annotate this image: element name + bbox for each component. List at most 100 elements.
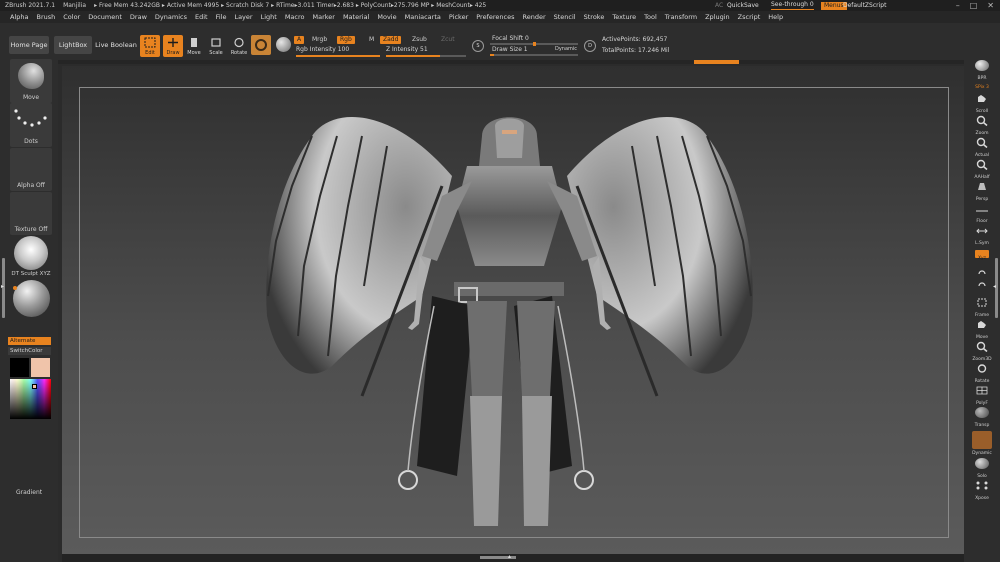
menu-render[interactable]: Render [522, 13, 545, 21]
menu-help[interactable]: Help [768, 13, 783, 21]
xpose-button[interactable]: Xpose [969, 479, 995, 501]
d-brush-icon[interactable]: D [584, 40, 596, 52]
xyz-rotate-button[interactable]: Xyz [969, 246, 995, 268]
menu-edit[interactable]: Edit [195, 13, 208, 21]
menu-tool[interactable]: Tool [644, 13, 657, 21]
menu-dynamics[interactable]: Dynamics [155, 13, 187, 21]
switchcolor-button[interactable]: SwitchColor [8, 347, 51, 355]
move-view-button[interactable]: Move [969, 318, 995, 340]
rotate-view-button[interactable]: Rotate [969, 362, 995, 384]
menu-color[interactable]: Color [63, 13, 80, 21]
menu-document[interactable]: Document [88, 13, 122, 21]
zoom3d-button[interactable]: Zoom3D [969, 340, 995, 362]
zcut-toggle[interactable]: Zcut [438, 36, 458, 44]
move-tool-button[interactable]: Move [184, 35, 204, 57]
brush-slot[interactable]: Move [10, 59, 52, 103]
brush-preview-icon[interactable] [251, 35, 271, 55]
lsym-button[interactable]: L.Sym [969, 224, 995, 246]
lightbox-button[interactable]: LightBox [54, 36, 92, 54]
dynamic-toggle[interactable]: Dynamic [555, 46, 577, 52]
polyf-button[interactable]: PolyF [969, 384, 995, 406]
secondary-color-swatch[interactable] [31, 358, 50, 377]
alpha-name-label: Alpha Off [17, 182, 45, 189]
menu-preferences[interactable]: Preferences [476, 13, 514, 21]
a-channel-toggle[interactable]: A [294, 36, 305, 44]
sphere-gyro-icon[interactable] [276, 37, 291, 52]
gradient-toggle[interactable]: Gradient [16, 489, 42, 496]
menu-alpha[interactable]: Alpha [10, 13, 28, 21]
rotate-tool-button[interactable]: Rotate [229, 35, 249, 57]
rgb-intensity-slider[interactable] [296, 55, 380, 57]
spix-setting[interactable]: SPix 3 [969, 80, 995, 90]
texture-slot[interactable]: Texture Off [10, 192, 52, 235]
draw-size-slider[interactable] [490, 54, 578, 56]
document-canvas[interactable] [62, 66, 964, 554]
zadd-toggle[interactable]: Zadd [380, 36, 402, 44]
transp-button[interactable]: Transp [969, 406, 995, 428]
stroke-slot[interactable]: Dots [10, 103, 52, 147]
alternate-toggle[interactable]: Alternate [8, 337, 51, 345]
right-ring [574, 470, 594, 490]
menu-light[interactable]: Light [261, 13, 277, 21]
main-color-swatch[interactable] [10, 358, 29, 377]
menu-maniacarta[interactable]: Maniacarta [405, 13, 441, 21]
minimize-icon[interactable]: – [956, 1, 960, 10]
rgb-toggle[interactable]: Rgb [337, 36, 355, 44]
scale-tool-button[interactable]: Scale [206, 35, 226, 57]
menu-transform[interactable]: Transform [665, 13, 697, 21]
aahalf-button[interactable]: AAHalf [969, 158, 995, 180]
left-tray-arrow-icon[interactable]: ▸ [1, 283, 4, 290]
actual-button[interactable]: Actual [969, 136, 995, 158]
draw-tool-button[interactable]: Draw [163, 35, 183, 57]
scroll-button[interactable]: Scroll [969, 92, 995, 114]
menu-marker[interactable]: Marker [312, 13, 334, 21]
default-zscript-button[interactable]: DefaultZScript [843, 2, 886, 9]
persp-button[interactable]: Persp [969, 180, 995, 202]
home-page-button[interactable]: Home Page [9, 36, 49, 54]
mrgb-toggle[interactable]: Mrgb [309, 36, 330, 44]
rgb-intensity-fill [296, 55, 380, 57]
menu-brush[interactable]: Brush [36, 13, 55, 21]
menu-macro[interactable]: Macro [285, 13, 305, 21]
maximize-icon[interactable]: □ [970, 1, 978, 10]
floor-button[interactable]: Floor [969, 202, 995, 224]
right-tray-arrow-icon[interactable]: ◂ [993, 283, 996, 290]
color-picker[interactable] [10, 379, 51, 419]
menu-stencil[interactable]: Stencil [554, 13, 576, 21]
menu-file[interactable]: File [216, 13, 227, 21]
hooded-head [479, 117, 540, 166]
solo-button[interactable]: Solo [969, 457, 995, 479]
m-toggle[interactable]: M [366, 36, 377, 44]
scale-icon [211, 38, 221, 47]
menu-zscript[interactable]: Zscript [738, 13, 761, 21]
live-boolean-button[interactable]: Live Boolean [95, 36, 137, 54]
bpr-render-button[interactable]: BPR [969, 59, 995, 81]
flat-material-sphere-icon[interactable] [13, 280, 50, 317]
material-slot[interactable]: DT Sculpt XYZ [10, 235, 52, 279]
winged-figure-model[interactable] [62, 66, 964, 554]
lsym-icon [976, 228, 988, 234]
see-through-slider[interactable]: See-through 0 [771, 1, 814, 10]
zsub-toggle[interactable]: Zsub [409, 36, 430, 44]
focal-shift-slider[interactable] [490, 42, 578, 46]
menu-picker[interactable]: Picker [449, 13, 468, 21]
zoom-button[interactable]: Zoom [969, 114, 995, 136]
quicksave-button[interactable]: QuickSave [727, 2, 759, 9]
menu-stroke[interactable]: Stroke [584, 13, 605, 21]
close-icon[interactable]: ✕ [987, 1, 994, 10]
rotate-z-button[interactable] [969, 280, 995, 292]
edit-tool-button[interactable]: Edit [140, 35, 160, 57]
menu-zplugin[interactable]: Zplugin [705, 13, 730, 21]
bottom-tray-arrow-icon[interactable]: ▴ [508, 553, 511, 560]
menu-movie[interactable]: Movie [377, 13, 396, 21]
menu-material[interactable]: Material [343, 13, 369, 21]
rotate-y-button[interactable] [969, 268, 995, 280]
menu-draw[interactable]: Draw [130, 13, 147, 21]
s-brush-size-icon[interactable]: S [472, 40, 484, 52]
menu-texture[interactable]: Texture [612, 13, 636, 21]
dynamic-ghost-button[interactable]: Dynamic [969, 430, 995, 456]
z-intensity-slider[interactable] [386, 55, 466, 57]
frame-button[interactable]: Frame [969, 296, 995, 318]
alpha-slot[interactable]: Alpha Off [10, 148, 52, 191]
menu-layer[interactable]: Layer [234, 13, 252, 21]
